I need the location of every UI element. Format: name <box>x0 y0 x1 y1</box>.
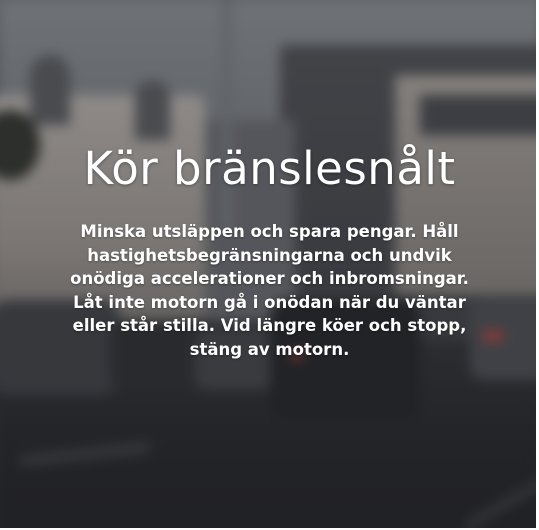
card-body-text: Minska utsläppen och spara pengar. Håll … <box>70 222 469 359</box>
info-card: Kör bränslesnålt Minska utsläppen och sp… <box>0 0 539 530</box>
card-title: Kör bränslesnålt <box>83 142 456 195</box>
